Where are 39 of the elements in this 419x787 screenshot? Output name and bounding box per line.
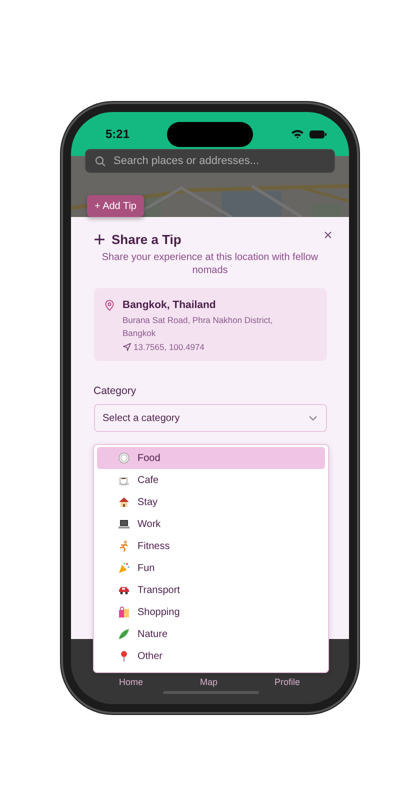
add-tip-button[interactable]: + Add Tip: [86, 195, 144, 217]
nav-item[interactable]: Map: [200, 677, 218, 687]
category-option[interactable]: Other: [96, 645, 324, 667]
category-option[interactable]: Fun: [96, 557, 324, 579]
status-time: 5:21: [106, 127, 130, 141]
location-pin-icon: [104, 300, 114, 311]
plus-icon: [94, 234, 104, 245]
search-field[interactable]: Search places or addresses...: [84, 149, 334, 173]
location-name: Bangkok, Thailand: [122, 299, 217, 311]
laptop-icon: [118, 518, 130, 530]
wifi-icon: [290, 129, 304, 139]
category-option[interactable]: Nature: [96, 623, 324, 645]
runner-icon: [118, 540, 130, 552]
category-option[interactable]: Shopping: [96, 601, 324, 623]
battery-icon: [308, 130, 326, 138]
party-popper-icon: [118, 562, 130, 574]
nav-item[interactable]: Profile: [274, 677, 300, 687]
shopping-bag-icon: [118, 606, 130, 618]
category-option[interactable]: Cafe: [96, 469, 324, 491]
sheet-subtitle: Share your experience at this location with fellow nomads: [100, 251, 320, 277]
car-icon: [118, 584, 130, 596]
category-option[interactable]: Transport: [96, 579, 324, 601]
house-icon: [118, 496, 130, 508]
category-option[interactable]: Fitness: [96, 535, 324, 557]
category-select[interactable]: Select a category: [94, 404, 326, 432]
close-icon[interactable]: [324, 231, 332, 239]
location-address: Burana Sat Road, Phra Nakhon District, Bangkok: [122, 314, 274, 340]
nav-item[interactable]: Home: [118, 677, 143, 687]
location-coordinates: 13.7565, 100.4974: [134, 342, 204, 352]
sheet-title: Share a Tip: [112, 232, 182, 247]
plate-icon: [118, 452, 130, 464]
category-option[interactable]: Food: [96, 447, 324, 469]
category-option[interactable]: Work: [96, 513, 324, 535]
category-label: Category: [94, 385, 138, 397]
navigation-arrow-icon: [122, 343, 130, 351]
search-icon: [94, 156, 106, 167]
chevron-down-icon: [308, 416, 316, 420]
category-option[interactable]: Stay: [96, 491, 324, 513]
leaf-icon: [118, 628, 130, 640]
